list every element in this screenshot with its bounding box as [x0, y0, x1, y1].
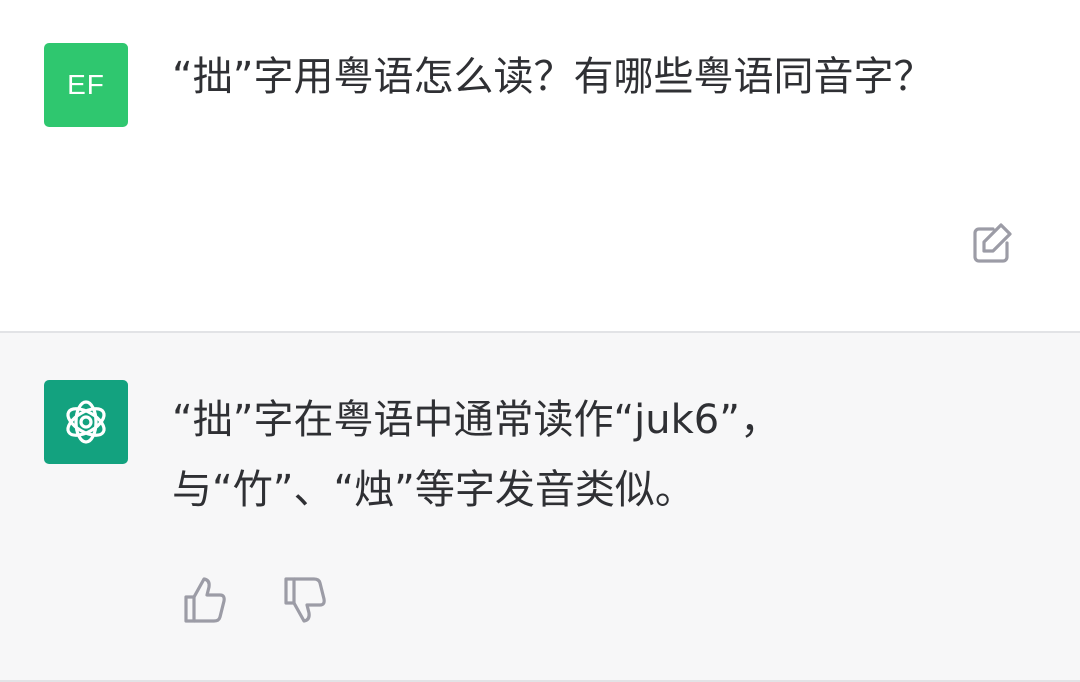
thumbs-down-button[interactable]: [280, 573, 330, 627]
thumbs-up-button[interactable]: [180, 573, 230, 627]
user-message: EF “拙”字用粤语怎么读？有哪些粤语同音字？: [0, 0, 1080, 331]
assistant-message-text: “拙”字在粤语中通常读作“juk6”，与“竹”、“烛”等字发音类似。: [172, 397, 780, 513]
user-message-text: “拙”字用粤语怎么读？有哪些粤语同音字？: [172, 54, 934, 100]
edit-message-button[interactable]: [966, 219, 1016, 269]
user-avatar: EF: [44, 43, 128, 127]
thumbs-down-icon: [280, 573, 330, 627]
openai-logo-icon: [57, 393, 115, 451]
thumbs-up-icon: [180, 573, 230, 627]
assistant-message: “拙”字在粤语中通常读作“juk6”，与“竹”、“烛”等字发音类似。: [0, 331, 1080, 682]
edit-icon: [966, 219, 1016, 269]
assistant-avatar: [44, 380, 128, 464]
